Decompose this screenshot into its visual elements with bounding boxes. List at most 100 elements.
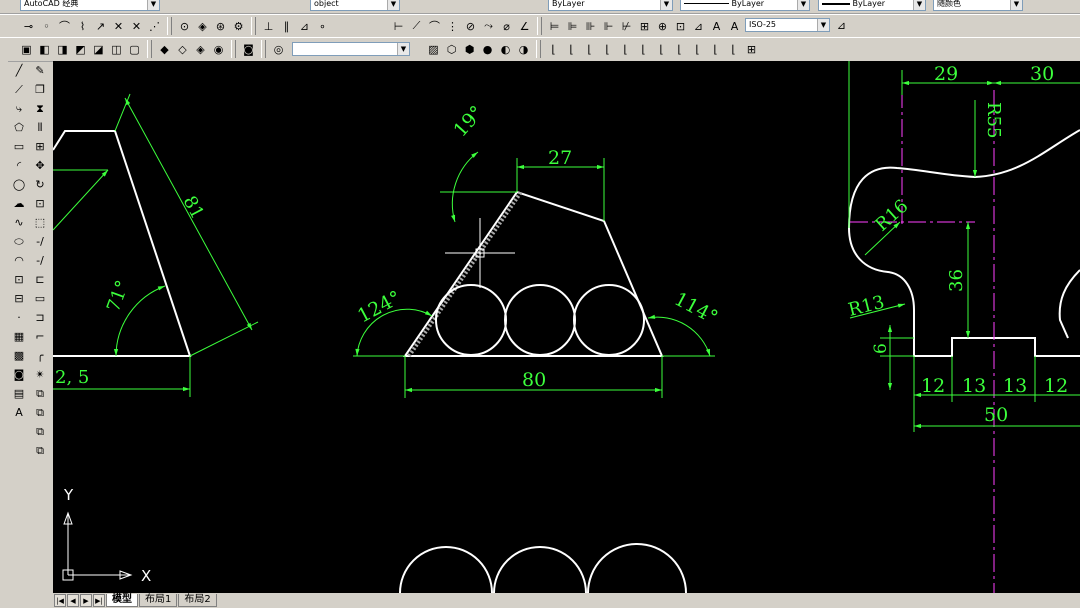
workspace-combo[interactable]: AutoCAD 经典 ▼ <box>20 0 160 11</box>
scale-icon[interactable]: ⊡ <box>31 195 49 212</box>
toolbar-grip[interactable] <box>167 17 172 35</box>
top-view-icon[interactable]: ◧ <box>36 41 53 58</box>
apparent-intersect-icon[interactable]: ✕ <box>128 18 145 35</box>
dim-50-text[interactable]: 50 <box>984 404 1008 426</box>
dim-r13-text[interactable]: R13 <box>846 292 886 321</box>
dim-124-text[interactable]: 124° <box>354 287 405 328</box>
toolbar-grip[interactable] <box>251 17 256 35</box>
jogged-linear-icon[interactable]: ⊿ <box>690 18 707 35</box>
right-arc[interactable] <box>1058 269 1080 339</box>
gradient-icon[interactable]: ▩ <box>10 347 28 364</box>
insert-snap-icon[interactable]: ⊿ <box>296 18 313 35</box>
insert-block-icon[interactable]: ⊡ <box>10 271 28 288</box>
space-dim-icon[interactable]: ⊩ <box>600 18 617 35</box>
ucs-y-icon[interactable]: ⌊ <box>707 41 724 58</box>
ellipse-icon[interactable]: ⬭ <box>10 233 28 250</box>
center-mark-icon[interactable]: ⊕ <box>654 18 671 35</box>
view-combo[interactable]: ▼ <box>292 42 410 56</box>
above-objects-icon[interactable]: ⧉ <box>31 442 49 459</box>
erase-icon[interactable]: ✎ <box>31 62 49 79</box>
table-icon[interactable]: ▤ <box>10 385 28 402</box>
region-icon[interactable]: ◙ <box>10 366 28 383</box>
ucs-face-icon[interactable]: ⌊ <box>581 41 598 58</box>
dim-13b-text[interactable]: 13 <box>1003 375 1027 397</box>
dim-81-text[interactable]: 81 <box>179 192 208 222</box>
continue-dim-icon[interactable]: ⊪ <box>582 18 599 35</box>
ucs-zaxis-icon[interactable]: ⌊ <box>653 41 670 58</box>
circle-1[interactable] <box>435 284 507 356</box>
send-back-icon[interactable]: ⧉ <box>31 423 49 440</box>
tab-model[interactable]: 模型 <box>106 594 138 607</box>
dim-36-text[interactable]: 36 <box>946 269 967 292</box>
radius-dim-icon[interactable]: ⊘ <box>462 18 479 35</box>
fillet-icon[interactable]: ╭ <box>31 347 49 364</box>
tab-last-icon[interactable]: ▶| <box>93 594 105 607</box>
bring-front-icon[interactable]: ⧉ <box>31 404 49 421</box>
move-icon[interactable]: ✥ <box>31 157 49 174</box>
wireframe-3d-icon[interactable]: ⬡ <box>443 41 460 58</box>
baseline-dim-icon[interactable]: ⊫ <box>564 18 581 35</box>
tangent-icon[interactable]: ⌇ <box>74 18 91 35</box>
tab-layout1[interactable]: 布局1 <box>139 594 178 607</box>
right-view-icon[interactable]: ◪ <box>90 41 107 58</box>
chevron-down-icon[interactable]: ▼ <box>1010 0 1022 10</box>
mtext-icon[interactable]: A <box>10 404 28 421</box>
parallel-icon[interactable]: ∥ <box>278 18 295 35</box>
bottom-arc-2[interactable] <box>493 546 587 593</box>
dimstyle-manager-icon[interactable]: ⊿ <box>833 17 850 34</box>
tab-layout2[interactable]: 布局2 <box>178 594 217 607</box>
intersect-icon[interactable]: ✕ <box>110 18 127 35</box>
dim-12b-text[interactable]: 12 <box>1044 375 1068 397</box>
break-point-icon[interactable]: ⊏ <box>31 271 49 288</box>
dim-27-text[interactable]: 27 <box>548 147 572 169</box>
copy-icon[interactable]: ❐ <box>31 81 49 98</box>
center-outline[interactable] <box>403 190 664 357</box>
ellipse-arc-icon[interactable]: ◠ <box>10 252 28 269</box>
tab-next-icon[interactable]: ▶ <box>80 594 92 607</box>
dim-19-text[interactable]: 19° <box>449 102 488 142</box>
dim-text-edit-icon[interactable]: A <box>726 18 743 35</box>
dim-6-text[interactable]: 6 <box>871 343 891 354</box>
tab-first-icon[interactable]: |◀ <box>54 594 66 607</box>
layer-combo[interactable]: object ▼ <box>310 0 400 11</box>
stretch-icon[interactable]: ⬚ <box>31 214 49 231</box>
tangent-snap-icon[interactable]: ⊛ <box>212 18 229 35</box>
break-icon[interactable]: ▭ <box>31 290 49 307</box>
chevron-down-icon[interactable]: ▼ <box>147 0 159 10</box>
trim-icon[interactable]: -/ <box>31 233 49 250</box>
join-icon[interactable]: ⊐ <box>31 309 49 326</box>
lineweight-combo[interactable]: ByLayer ▼ <box>818 0 926 11</box>
hatch-icon[interactable]: ▦ <box>10 328 28 345</box>
make-block-icon[interactable]: ⊟ <box>10 290 28 307</box>
polygon-icon[interactable]: ⬠ <box>10 119 28 136</box>
circle-2[interactable] <box>504 284 576 356</box>
line-icon[interactable]: ╱ <box>10 62 28 79</box>
mirror-icon[interactable]: ⧗ <box>31 100 49 117</box>
tab-prev-icon[interactable]: ◀ <box>67 594 79 607</box>
front-view-icon[interactable]: ◫ <box>108 41 125 58</box>
realistic-icon[interactable]: ● <box>479 41 496 58</box>
revision-cloud-icon[interactable]: ☁ <box>10 195 28 212</box>
dim-12a-text[interactable]: 12 <box>921 375 945 397</box>
node-snap-icon[interactable]: ◦ <box>38 18 55 35</box>
linetype-combo[interactable]: ByLayer ▼ <box>680 0 810 11</box>
ucs-3point-icon[interactable]: ⌊ <box>671 41 688 58</box>
back-view-icon[interactable]: ▢ <box>126 41 143 58</box>
conceptual-icon[interactable]: ◐ <box>497 41 514 58</box>
chamfer-icon[interactable]: ⌐ <box>31 328 49 345</box>
named-views-icon[interactable]: ▣ <box>18 41 35 58</box>
extend-icon[interactable]: -/ <box>31 252 49 269</box>
dim-80-text[interactable]: 80 <box>522 369 546 391</box>
jogged-icon[interactable]: ⤳ <box>480 18 497 35</box>
ne-iso-icon[interactable]: ◈ <box>192 41 209 58</box>
dim-edit-icon[interactable]: A <box>708 18 725 35</box>
ucs-world-icon[interactable]: ⌊ <box>545 41 562 58</box>
hidden-icon[interactable]: ⬢ <box>461 41 478 58</box>
chevron-down-icon[interactable]: ▼ <box>387 0 399 10</box>
color-combo[interactable]: ByLayer ▼ <box>548 0 673 11</box>
diameter-dim-icon[interactable]: ⌀ <box>498 18 515 35</box>
dim-r55-text[interactable]: R55 <box>983 102 1004 138</box>
chevron-down-icon[interactable]: ▼ <box>797 0 809 10</box>
angular-dim-icon[interactable]: ∠ <box>516 18 533 35</box>
quad-snap-icon[interactable]: ◈ <box>194 18 211 35</box>
